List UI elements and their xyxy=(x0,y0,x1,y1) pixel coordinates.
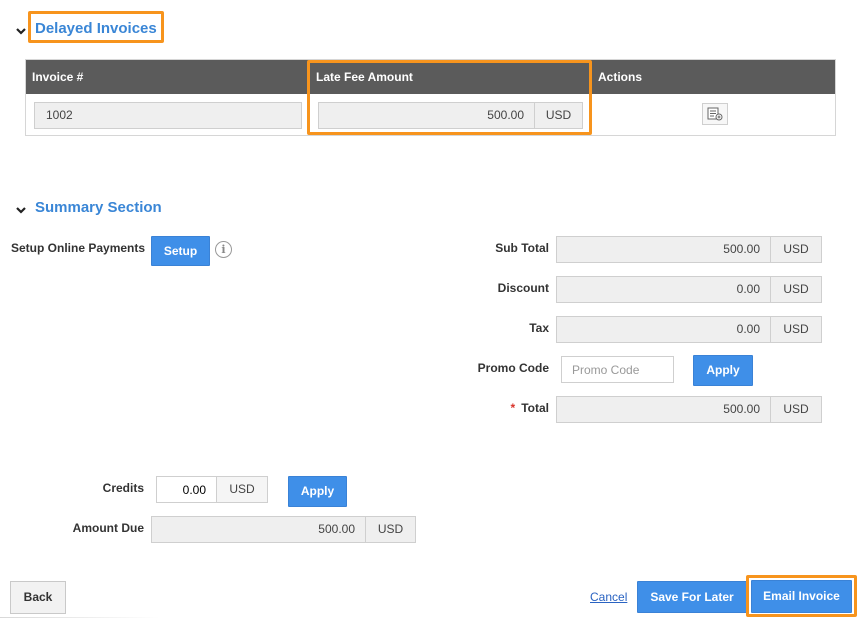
save-for-later-button[interactable]: Save For Later xyxy=(637,581,747,613)
promo-code-input[interactable] xyxy=(561,356,674,383)
column-header-invoice-number: Invoice # xyxy=(32,70,84,84)
discount-label: Discount xyxy=(497,281,549,295)
tax-label: Tax xyxy=(529,321,549,335)
total-label-wrap: * Total xyxy=(440,401,549,415)
amount-due-label: Amount Due xyxy=(72,521,144,535)
invoice-number-field: 1002 xyxy=(34,102,302,129)
total-field: 500.00 xyxy=(556,396,771,423)
amount-due-field: 500.00 xyxy=(151,516,366,543)
total-currency: USD xyxy=(770,396,822,423)
credits-currency: USD xyxy=(216,476,268,503)
required-marker: * xyxy=(510,401,516,415)
discount-field: 0.00 xyxy=(556,276,771,303)
sub-total-field: 500.00 xyxy=(556,236,771,263)
footer-divider xyxy=(0,617,160,618)
promo-code-label: Promo Code xyxy=(477,361,549,375)
amount-due-currency: USD xyxy=(365,516,416,543)
tax-currency: USD xyxy=(770,316,822,343)
cancel-link[interactable]: Cancel xyxy=(590,590,627,604)
delayed-invoices-toggle-icon[interactable] xyxy=(16,25,26,39)
back-button[interactable]: Back xyxy=(10,581,66,614)
summary-section-title[interactable]: Summary Section xyxy=(35,199,162,216)
edit-row-icon[interactable] xyxy=(702,103,728,125)
sub-total-currency: USD xyxy=(770,236,822,263)
promo-apply-button[interactable]: Apply xyxy=(693,355,753,386)
discount-currency: USD xyxy=(770,276,822,303)
credits-label: Credits xyxy=(102,481,144,495)
summary-section-toggle-icon[interactable] xyxy=(16,204,26,218)
setup-button[interactable]: Setup xyxy=(151,236,210,266)
setup-online-payments-label: Setup Online Payments xyxy=(11,241,146,255)
info-icon[interactable]: i xyxy=(215,241,232,258)
credits-input[interactable] xyxy=(156,476,217,503)
total-label: Total xyxy=(521,401,549,415)
credits-apply-button[interactable]: Apply xyxy=(288,476,347,507)
delayed-invoices-title[interactable]: Delayed Invoices xyxy=(35,20,157,37)
tax-field: 0.00 xyxy=(556,316,771,343)
email-invoice-button[interactable]: Email Invoice xyxy=(751,580,852,613)
column-header-actions: Actions xyxy=(598,70,643,84)
late-fee-column-highlight xyxy=(307,60,592,135)
sub-total-label: Sub Total xyxy=(495,241,549,255)
